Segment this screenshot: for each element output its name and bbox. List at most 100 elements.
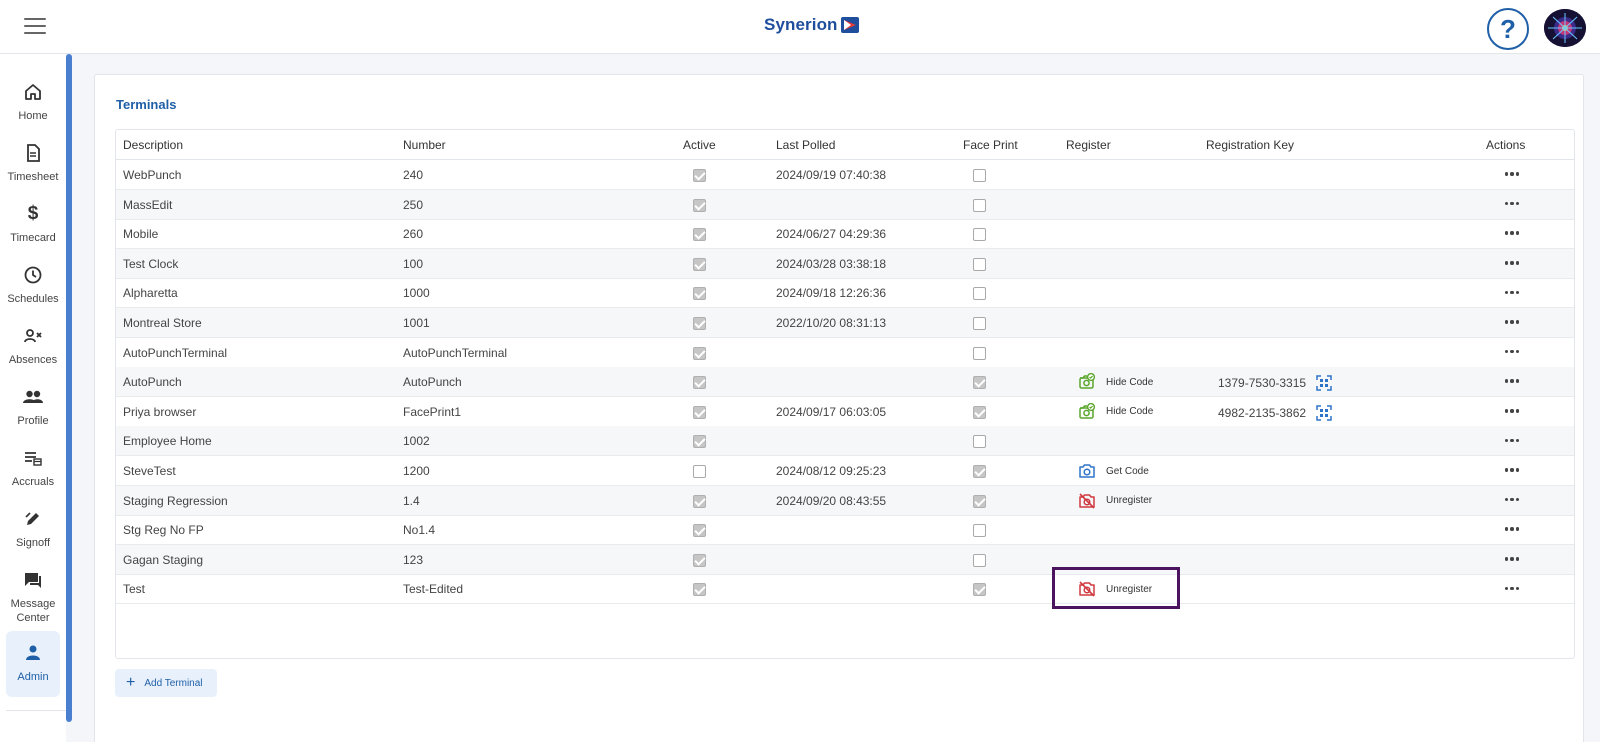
- active-checkbox[interactable]: [693, 435, 706, 449]
- more-actions-button[interactable]: [1500, 430, 1524, 450]
- active-checkbox[interactable]: [693, 228, 706, 242]
- more-actions-button[interactable]: [1500, 460, 1524, 480]
- active-checkbox[interactable]: [693, 198, 706, 212]
- brand-logo[interactable]: Synerion: [764, 15, 859, 35]
- active-checkbox[interactable]: [693, 317, 706, 330]
- more-actions-button[interactable]: [1500, 312, 1524, 332]
- table-row[interactable]: SteveTest 1200 2024/08/12 09:25:23 Get Code: [116, 456, 1574, 486]
- add-terminal-button[interactable]: + Add Terminal: [115, 669, 217, 697]
- table-row[interactable]: AutoPunchTerminal AutoPunchTerminal: [116, 338, 1574, 368]
- column-header[interactable]: Number: [403, 138, 446, 152]
- column-header[interactable]: Description: [123, 138, 183, 152]
- sidebar-item-admin[interactable]: Admin: [6, 631, 60, 697]
- register-action-button[interactable]: Hide Code: [1078, 402, 1153, 422]
- sidebar-item-signoff[interactable]: Signoff: [6, 501, 60, 563]
- active-checkbox[interactable]: [693, 346, 706, 360]
- face-print-checkbox[interactable]: [973, 376, 986, 390]
- face-print-checkbox[interactable]: [973, 405, 986, 419]
- active-checkbox[interactable]: [693, 524, 706, 538]
- active-checkbox[interactable]: [693, 287, 706, 301]
- table-row[interactable]: Employee Home 1002: [116, 426, 1574, 457]
- active-checkbox[interactable]: [693, 465, 706, 478]
- sidebar-item-absences[interactable]: Absences: [6, 318, 60, 380]
- sidebar-item-profile[interactable]: Profile: [6, 379, 60, 441]
- column-header[interactable]: Face Print: [963, 138, 1018, 152]
- more-actions-button[interactable]: [1500, 282, 1524, 302]
- face-print-checkbox[interactable]: [973, 287, 986, 301]
- register-action-button[interactable]: Unregister: [1078, 491, 1152, 511]
- avatar[interactable]: [1544, 9, 1586, 47]
- active-checkbox[interactable]: [693, 553, 706, 567]
- sidebar-item-timesheet[interactable]: Timesheet: [6, 135, 60, 197]
- active-checkbox[interactable]: [693, 405, 706, 419]
- table-row[interactable]: AutoPunch AutoPunch Hide Code 1379-7530-331…: [116, 367, 1574, 398]
- sidebar-item-timecard[interactable]: $ Timecard: [6, 196, 60, 258]
- number-cell: 1002: [403, 434, 430, 449]
- active-checkbox[interactable]: [693, 376, 706, 390]
- register-action-label: Unregister: [1106, 583, 1153, 595]
- more-actions-button[interactable]: [1500, 401, 1524, 421]
- table-row[interactable]: Priya browser FacePrint1 2024/09/17 06:03:…: [116, 397, 1574, 427]
- table-row[interactable]: Test Clock 100 2024/03/28 03:38:18: [116, 248, 1574, 279]
- active-checkbox[interactable]: [693, 169, 706, 182]
- table-row[interactable]: MassEdit 250: [116, 189, 1574, 220]
- active-checkbox[interactable]: [693, 257, 706, 271]
- face-print-checkbox[interactable]: [973, 465, 986, 478]
- column-header[interactable]: Last Polled: [776, 138, 835, 152]
- active-checkbox[interactable]: [693, 494, 706, 508]
- face-print-checkbox[interactable]: [973, 435, 986, 449]
- more-actions-button[interactable]: [1500, 519, 1524, 539]
- face-print-checkbox[interactable]: [973, 257, 986, 271]
- more-actions-button[interactable]: [1500, 578, 1524, 598]
- table-row[interactable]: Test Test-Edited Unregister: [116, 574, 1574, 605]
- qr-code-icon[interactable]: [1316, 375, 1332, 391]
- register-action-button[interactable]: Unregister: [1078, 579, 1152, 599]
- more-actions-button[interactable]: [1500, 164, 1524, 184]
- more-actions-button[interactable]: [1500, 253, 1524, 273]
- table-row[interactable]: WebPunch 240 2024/09/19 07:40:38: [116, 160, 1574, 190]
- more-actions-button[interactable]: [1500, 194, 1524, 214]
- table-row[interactable]: Staging Regression 1.4 2024/09/20 08:43:55…: [116, 485, 1574, 516]
- face-print-checkbox[interactable]: [973, 346, 986, 360]
- active-checkbox[interactable]: [693, 583, 706, 597]
- sidebar-item-home[interactable]: Home: [6, 74, 60, 136]
- more-actions-button[interactable]: [1500, 490, 1524, 510]
- description-cell: Gagan Staging: [123, 552, 204, 567]
- last-polled-cell: 2024/03/28 03:38:18: [776, 256, 887, 271]
- face-print-checkbox[interactable]: [973, 494, 986, 508]
- more-actions-button[interactable]: [1500, 223, 1524, 243]
- sidebar-scrollbar[interactable]: [66, 54, 72, 722]
- number-cell: No1.4: [403, 523, 436, 538]
- register-action-button[interactable]: Get Code: [1078, 461, 1149, 481]
- menu-icon[interactable]: [24, 18, 46, 36]
- help-button[interactable]: ?: [1487, 8, 1529, 50]
- face-print-checkbox[interactable]: [973, 169, 986, 182]
- face-print-checkbox[interactable]: [973, 524, 986, 538]
- table-row[interactable]: Mobile 260 2024/06/27 04:29:36: [116, 219, 1574, 250]
- face-print-checkbox[interactable]: [973, 583, 986, 597]
- table-row[interactable]: Gagan Staging 123: [116, 544, 1574, 575]
- column-header[interactable]: Registration Key: [1206, 138, 1294, 152]
- table-row[interactable]: Montreal Store 1001 2022/10/20 08:31:13: [116, 308, 1574, 338]
- sidebar-item-message-center[interactable]: Message Center: [6, 562, 60, 642]
- sidebar-item-accruals[interactable]: Accruals: [6, 440, 60, 502]
- qr-code-icon[interactable]: [1316, 405, 1332, 421]
- description-cell: Mobile: [123, 227, 159, 242]
- column-header[interactable]: Actions: [1486, 138, 1525, 152]
- sidebar-item-label: Timesheet: [7, 171, 59, 183]
- face-print-checkbox[interactable]: [973, 228, 986, 242]
- column-header[interactable]: Active: [683, 138, 716, 152]
- last-polled-cell: 2022/10/20 08:31:13: [776, 316, 887, 330]
- face-print-checkbox[interactable]: [973, 198, 986, 212]
- sidebar-item-schedules[interactable]: Schedules: [6, 257, 60, 319]
- table-row[interactable]: Stg Reg No FP No1.4: [116, 515, 1574, 546]
- column-header[interactable]: Register: [1066, 138, 1111, 152]
- face-print-checkbox[interactable]: [973, 553, 986, 567]
- sidebar-item-label: Timecard: [10, 232, 56, 244]
- table-row[interactable]: Alpharetta 1000 2024/09/18 12:26:36: [116, 278, 1574, 309]
- face-print-checkbox[interactable]: [973, 317, 986, 330]
- register-action-button[interactable]: Hide Code: [1078, 372, 1153, 392]
- more-actions-button[interactable]: [1500, 371, 1524, 391]
- more-actions-button[interactable]: [1500, 549, 1524, 569]
- more-actions-button[interactable]: [1500, 342, 1524, 362]
